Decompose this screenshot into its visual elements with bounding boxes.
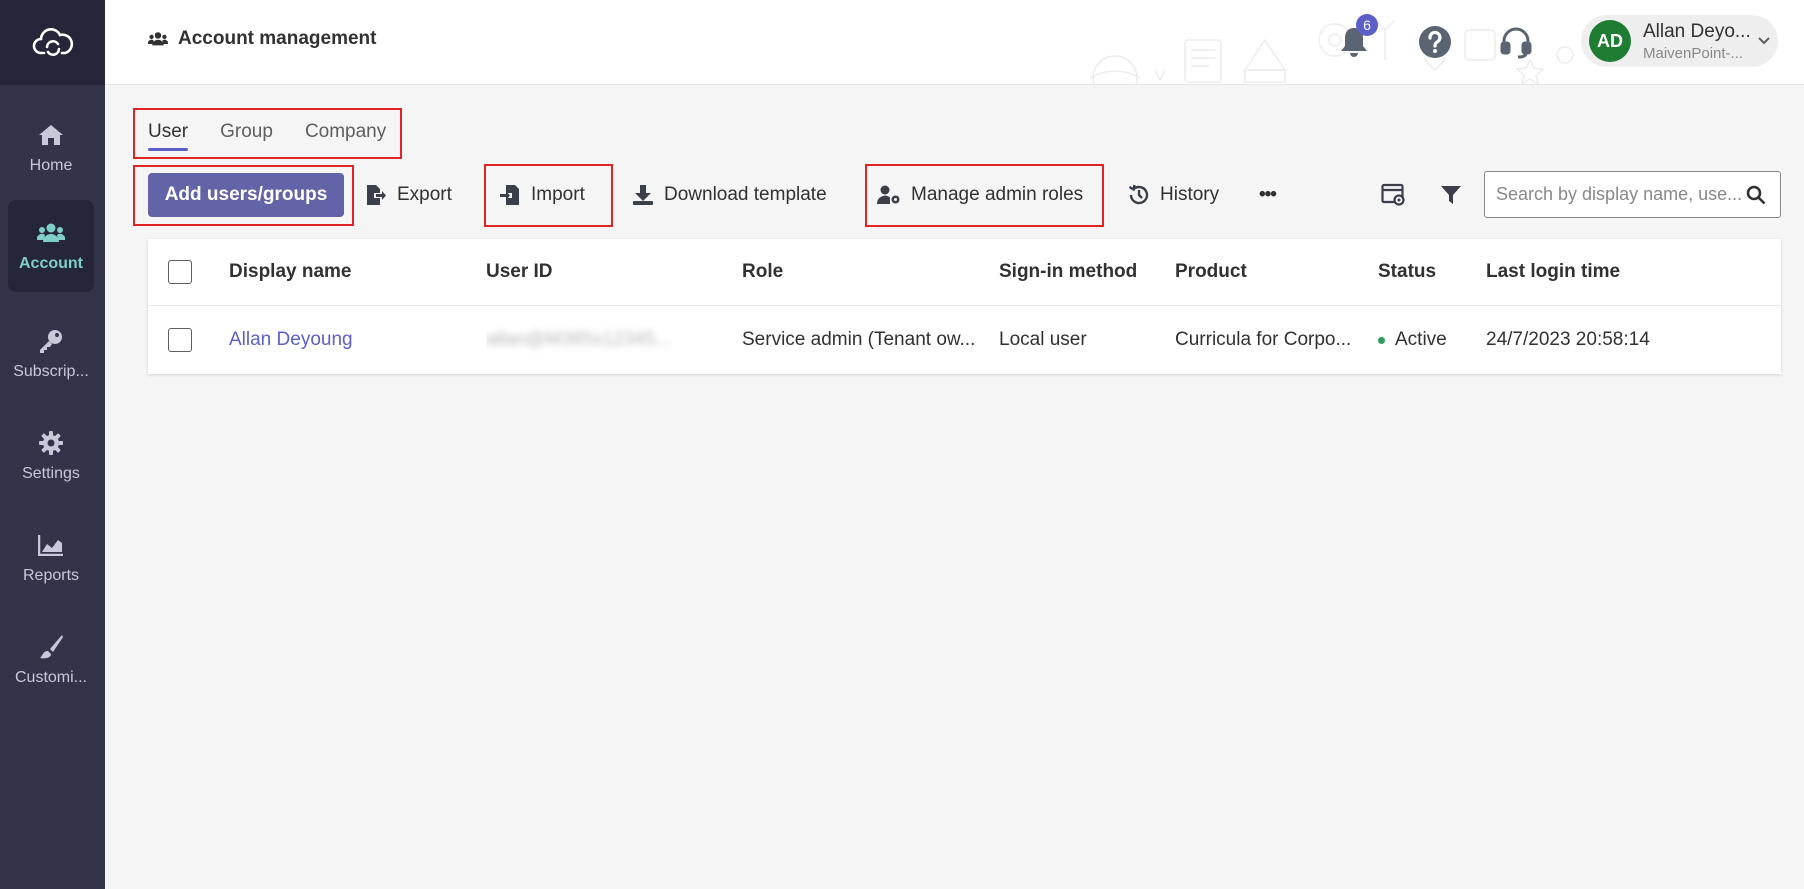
filter-button[interactable]: [1431, 175, 1471, 215]
download-icon: [633, 185, 653, 205]
key-icon: [37, 327, 65, 355]
sign-in-method-cell: Local user: [999, 329, 1087, 350]
sidebar-item-label: Customi...: [14, 669, 87, 686]
export-icon: [367, 185, 386, 205]
top-header: Account management 6 AD Allan Deyo... Ma…: [105, 0, 1804, 85]
column-header-user-id[interactable]: User ID: [486, 239, 553, 305]
product-cell: Curricula for Corpo...: [1175, 329, 1352, 350]
sidebar-item-label: Settings: [22, 465, 80, 482]
history-icon: [1128, 184, 1149, 205]
page-title: Account management: [148, 28, 376, 50]
user-id-value: allan@M365x12345...: [486, 329, 672, 350]
column-header-status[interactable]: Status: [1378, 239, 1436, 305]
tab-user[interactable]: User: [148, 121, 189, 151]
display-name-link[interactable]: Allan Deyoung: [229, 306, 353, 374]
export-label: Export: [397, 184, 452, 205]
import-icon: [500, 185, 519, 205]
column-header-last-login-time[interactable]: Last login time: [1486, 239, 1620, 305]
export-button[interactable]: Export: [365, 175, 452, 215]
user-org: MaivenPoint-...: [1643, 44, 1744, 62]
import-button[interactable]: Import: [499, 175, 585, 215]
users-icon: [37, 219, 65, 247]
help-icon: [1419, 26, 1451, 58]
table-row[interactable]: Allan Deyoung allan@M365x12345... Servic…: [148, 306, 1781, 374]
avatar: AD: [1589, 20, 1631, 62]
search-icon[interactable]: [1746, 185, 1766, 205]
support-button[interactable]: [1494, 20, 1538, 64]
sidebar-item-customization[interactable]: Customi...: [8, 614, 94, 706]
home-icon: [37, 121, 65, 149]
users-table: Display name User ID Role Sign-in method…: [148, 239, 1781, 374]
column-header-display-name[interactable]: Display name: [229, 239, 352, 305]
search-box[interactable]: [1484, 171, 1781, 218]
more-options-button[interactable]: •••: [1259, 175, 1277, 215]
user-gear-icon: [877, 185, 900, 204]
user-name: Allan Deyo...: [1643, 20, 1751, 42]
app-logo[interactable]: [0, 0, 105, 85]
manage-admin-roles-label: Manage admin roles: [911, 184, 1084, 205]
download-template-button[interactable]: Download template: [632, 175, 827, 215]
select-all-checkbox[interactable]: [168, 260, 192, 284]
notification-count-badge: 6: [1356, 14, 1378, 36]
tab-bar: User Group Company: [133, 108, 402, 159]
page-title-text: Account management: [178, 28, 377, 49]
sidebar-item-home[interactable]: Home: [8, 102, 94, 194]
users-icon: [148, 32, 168, 46]
gear-icon: [37, 429, 65, 457]
row-checkbox[interactable]: [168, 328, 192, 352]
sidebar-item-account[interactable]: Account: [8, 200, 94, 292]
search-input[interactable]: [1496, 184, 1746, 205]
notifications-button[interactable]: 6: [1332, 14, 1378, 64]
column-header-product[interactable]: Product: [1175, 239, 1247, 305]
column-header-role[interactable]: Role: [742, 239, 783, 305]
more-options-icon: •••: [1259, 184, 1277, 205]
column-settings-button[interactable]: [1374, 175, 1414, 215]
sidebar-item-label: Home: [29, 157, 73, 174]
sidebar-item-reports[interactable]: Reports: [8, 512, 94, 604]
sidebar-item-subscription[interactable]: Subscrip...: [8, 308, 94, 400]
import-label: Import: [531, 184, 585, 205]
history-label: History: [1160, 184, 1220, 205]
help-button[interactable]: [1413, 20, 1457, 64]
user-menu[interactable]: AD Allan Deyo... MaivenPoint-...: [1581, 15, 1778, 67]
status-cell: Active: [1378, 306, 1447, 374]
table-header-row: Display name User ID Role Sign-in method…: [148, 239, 1781, 306]
last-login-cell: 24/7/2023 20:58:14: [1486, 329, 1650, 350]
headset-icon: [1500, 27, 1532, 59]
chart-icon: [37, 531, 65, 559]
history-button[interactable]: History: [1128, 175, 1219, 215]
status-badge: Active: [1395, 329, 1447, 350]
sidebar-item-label: Account: [19, 255, 83, 272]
add-users-groups-button[interactable]: Add users/groups: [148, 173, 344, 217]
sidebar-item-label: Subscrip...: [13, 363, 89, 380]
brush-icon: [37, 633, 65, 661]
tab-company[interactable]: Company: [305, 121, 386, 147]
sidebar-item-settings[interactable]: Settings: [8, 410, 94, 502]
filter-icon: [1441, 186, 1461, 204]
role-cell: Service admin (Tenant ow...: [742, 329, 976, 350]
user-id-cell: allan@M365x12345...: [486, 306, 712, 374]
download-template-label: Download template: [664, 184, 827, 205]
status-dot-icon: [1378, 336, 1385, 344]
column-header-sign-in-method[interactable]: Sign-in method: [999, 239, 1137, 305]
chevron-down-icon: [1758, 37, 1770, 45]
sidebar: Home Account Subscrip... Settings Report…: [0, 0, 105, 889]
sidebar-item-label: Reports: [22, 567, 80, 584]
manage-admin-roles-button[interactable]: Manage admin roles: [877, 175, 1083, 215]
tab-group[interactable]: Group: [220, 121, 273, 147]
column-settings-icon: [1381, 183, 1405, 206]
cloud-logo-icon: [32, 27, 73, 56]
